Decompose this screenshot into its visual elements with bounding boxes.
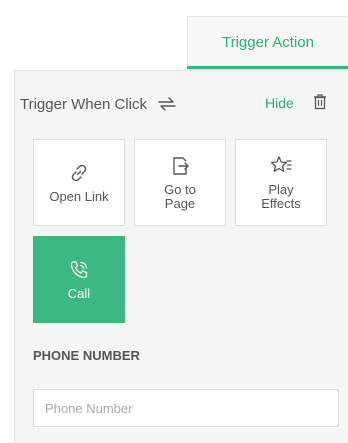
- phone-call-icon: [68, 259, 90, 281]
- open-link-button[interactable]: Open Link: [33, 139, 125, 226]
- open-link-label: Open Link: [49, 188, 109, 204]
- call-button[interactable]: Call: [33, 236, 125, 323]
- phone-number-section-label: PHONE NUMBER: [33, 348, 140, 363]
- phone-number-input[interactable]: [33, 389, 339, 427]
- go-to-page-icon: [169, 155, 191, 177]
- trigger-header: Trigger When Click: [20, 94, 177, 114]
- go-to-page-button[interactable]: Go to Page: [134, 139, 226, 226]
- play-effects-button[interactable]: Play Effects: [235, 139, 327, 226]
- hide-link[interactable]: Hide: [265, 95, 294, 111]
- tab-strip: Trigger Action: [0, 0, 348, 70]
- star-effects-icon: [270, 155, 292, 177]
- active-tab-indicator: [187, 66, 348, 69]
- go-to-page-label: Go to Page: [164, 181, 196, 211]
- link-icon: [68, 162, 90, 184]
- swap-arrows-icon[interactable]: [157, 96, 177, 112]
- play-effects-label: Play Effects: [261, 181, 301, 211]
- tab-trigger-action-label: Trigger Action: [222, 34, 314, 51]
- trash-icon[interactable]: [313, 94, 327, 110]
- trigger-when-click-label: Trigger When Click: [20, 95, 147, 113]
- call-label: Call: [67, 285, 91, 301]
- tab-trigger-action[interactable]: Trigger Action: [187, 16, 348, 68]
